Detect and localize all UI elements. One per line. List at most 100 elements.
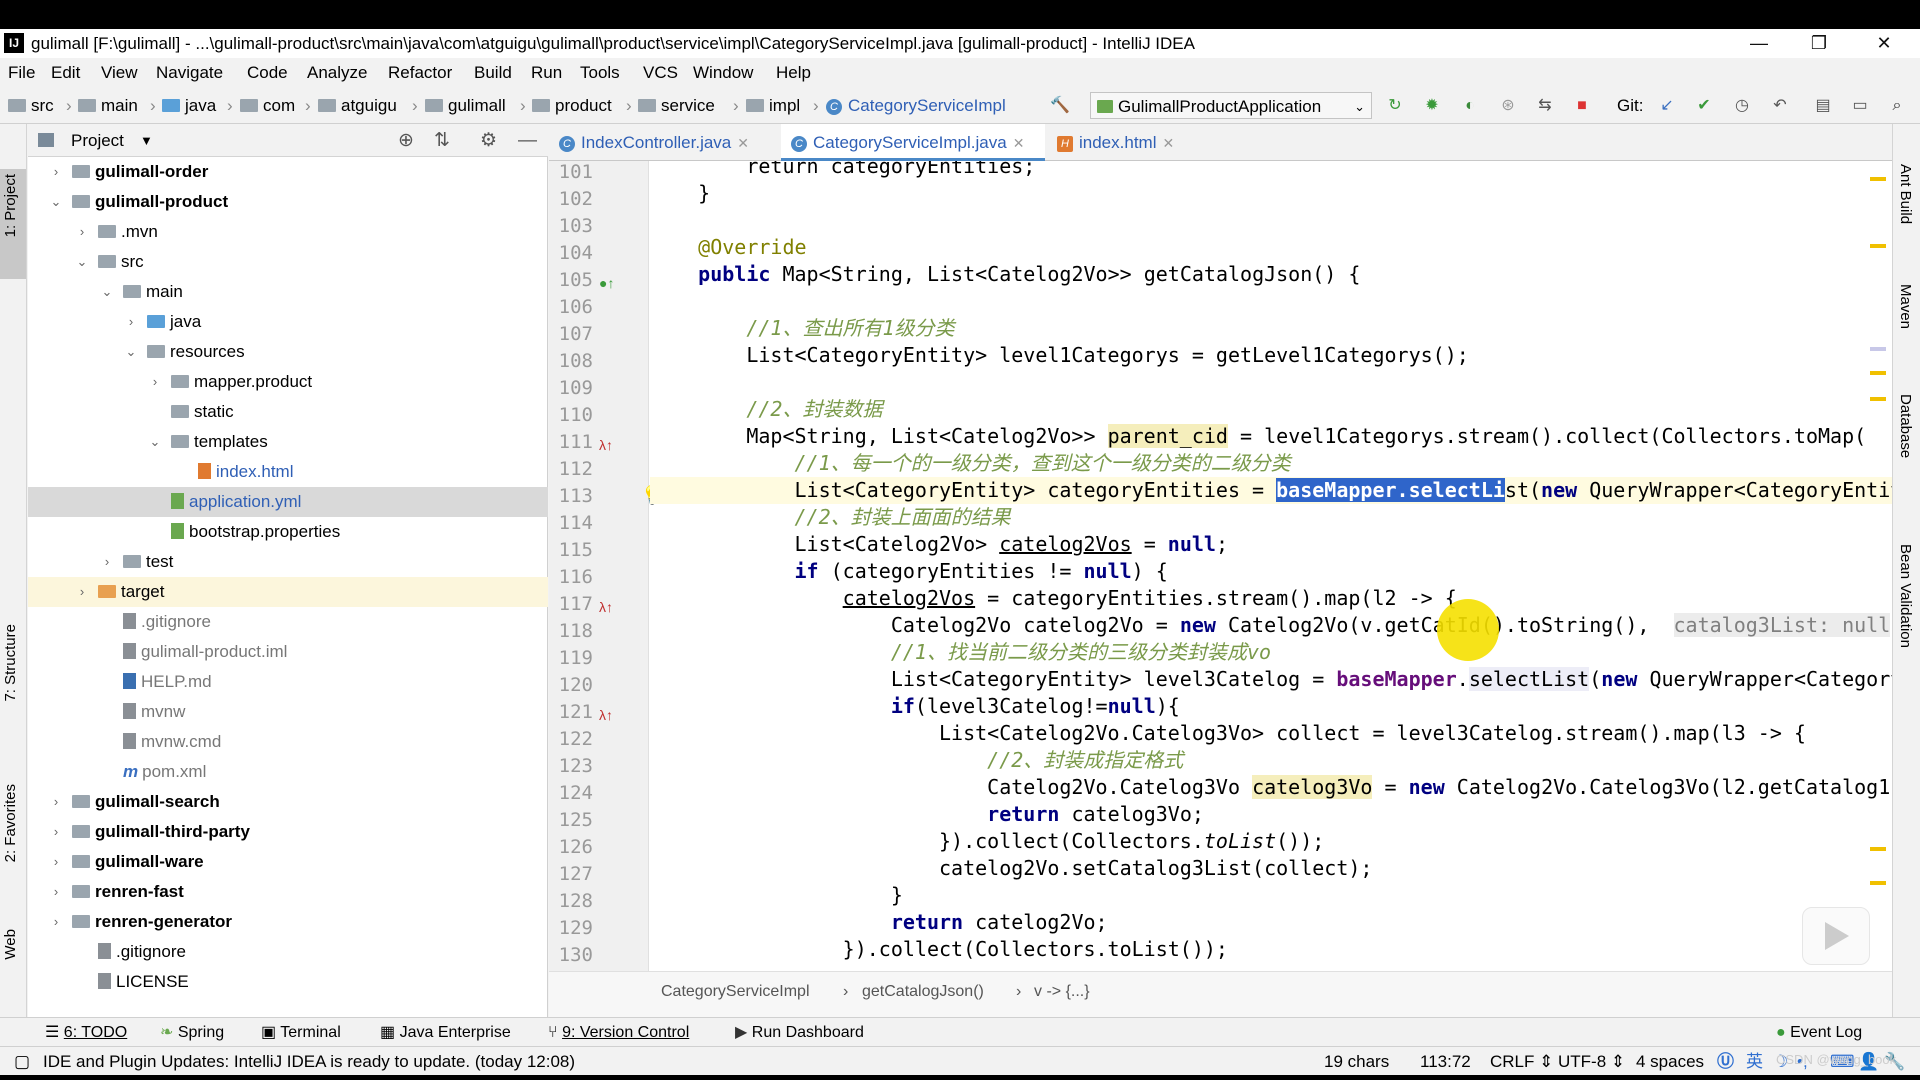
- tree-item[interactable]: › gulimall-order: [28, 157, 548, 187]
- rerun-icon[interactable]: ↻: [1384, 95, 1406, 117]
- crumb-atguigu[interactable]: atguigu: [318, 87, 397, 124]
- status-line-separator[interactable]: CRLF ⇕: [1490, 1047, 1553, 1076]
- error-stripe-mark[interactable]: [1870, 397, 1886, 401]
- tree-item[interactable]: .gitignore: [28, 607, 548, 637]
- maven-tool-button[interactable]: Maven: [1897, 284, 1914, 329]
- collapse-all-icon[interactable]: ⇅: [434, 124, 450, 157]
- menu-view[interactable]: View: [101, 58, 138, 87]
- crumb-main[interactable]: main: [78, 87, 138, 124]
- tree-item[interactable]: bootstrap.properties: [28, 517, 548, 547]
- breadcrumb-class[interactable]: CategoryServiceImpl: [661, 972, 810, 1012]
- menu-help[interactable]: Help: [776, 58, 811, 87]
- tree-item[interactable]: ⌄ templates: [28, 427, 548, 457]
- bean-validation-tool-button[interactable]: Bean Validation: [1897, 544, 1914, 648]
- tree-item[interactable]: › target: [28, 577, 548, 607]
- crumb-src[interactable]: src: [8, 87, 54, 124]
- project-view-selector[interactable]: Project: [71, 124, 124, 157]
- error-stripe-mark[interactable]: [1870, 244, 1886, 248]
- vcs-rollback-icon[interactable]: ↶: [1769, 95, 1791, 117]
- tree-item[interactable]: › mapper.product: [28, 367, 548, 397]
- tree-item[interactable]: gulimall-product.iml: [28, 637, 548, 667]
- run-dashboard-tool-button[interactable]: ▶ Run Dashboard: [735, 1018, 864, 1047]
- tree-item[interactable]: › gulimall-third-party: [28, 817, 548, 847]
- expand-arrow-icon[interactable]: ›: [75, 217, 89, 247]
- crumb-com[interactable]: com: [240, 87, 295, 124]
- menu-refactor[interactable]: Refactor: [388, 58, 452, 87]
- tree-item[interactable]: LICENSE: [28, 967, 548, 997]
- tree-item[interactable]: m pom.xml: [28, 757, 548, 787]
- ant-build-tool-button[interactable]: Ant Build: [1897, 164, 1914, 224]
- expand-arrow-icon[interactable]: ›: [49, 787, 63, 817]
- menu-navigate[interactable]: Navigate: [156, 58, 223, 87]
- tree-item[interactable]: .gitignore: [28, 937, 548, 967]
- menu-vcs[interactable]: VCS: [643, 58, 678, 87]
- vcs-update-icon[interactable]: ↙: [1656, 95, 1678, 117]
- tree-item[interactable]: › renren-generator: [28, 907, 548, 937]
- tree-item[interactable]: ⌄ src: [28, 247, 548, 277]
- expand-arrow-icon[interactable]: ›: [148, 367, 162, 397]
- lambda-marker-icon[interactable]: λ↑: [599, 437, 613, 453]
- tree-item[interactable]: mvnw.cmd: [28, 727, 548, 757]
- menu-build[interactable]: Build: [474, 58, 512, 87]
- tree-item[interactable]: › test: [28, 547, 548, 577]
- menu-analyze[interactable]: Analyze: [307, 58, 367, 87]
- vcs-history-icon[interactable]: ◷: [1731, 95, 1753, 117]
- menu-window[interactable]: Window: [693, 58, 753, 87]
- crumb-service[interactable]: service: [638, 87, 715, 124]
- menu-edit[interactable]: Edit: [51, 58, 80, 87]
- lambda-marker-icon[interactable]: λ↑: [599, 599, 613, 615]
- error-stripe-mark[interactable]: [1870, 177, 1886, 181]
- hide-panel-icon[interactable]: —: [518, 124, 537, 157]
- profiler-icon[interactable]: ⊛: [1497, 95, 1519, 117]
- tree-item[interactable]: › .mvn: [28, 217, 548, 247]
- tree-item[interactable]: ⌄ main: [28, 277, 548, 307]
- todo-tool-button[interactable]: ☰ 6: TODO: [45, 1018, 127, 1047]
- tree-item[interactable]: › gulimall-search: [28, 787, 548, 817]
- crumb-product[interactable]: product: [532, 87, 612, 124]
- crumb-impl[interactable]: impl: [746, 87, 800, 124]
- stop-icon[interactable]: ■: [1571, 95, 1593, 117]
- video-play-button[interactable]: [1802, 907, 1870, 965]
- breadcrumb-lambda[interactable]: v -> {...}: [1034, 972, 1090, 1012]
- menu-tools[interactable]: Tools: [580, 58, 620, 87]
- ime-language[interactable]: 英: [1746, 1047, 1763, 1076]
- event-log-tool-button[interactable]: ● Event Log: [1776, 1018, 1862, 1047]
- tree-item[interactable]: index.html: [28, 457, 548, 487]
- expand-arrow-icon[interactable]: ›: [49, 157, 63, 187]
- terminal-tool-button[interactable]: ▣ Terminal: [261, 1018, 341, 1047]
- layout-icon[interactable]: ▭: [1849, 95, 1871, 117]
- tree-item[interactable]: › gulimall-ware: [28, 847, 548, 877]
- error-stripe-mark[interactable]: [1870, 881, 1886, 885]
- crumb-current-class[interactable]: C CategoryServiceImpl: [826, 87, 1006, 124]
- override-marker-icon[interactable]: ●↑: [599, 275, 614, 291]
- expand-arrow-icon[interactable]: ›: [124, 307, 138, 337]
- coverage-icon[interactable]: ◐: [1459, 95, 1481, 117]
- tree-item[interactable]: ⌄ resources: [28, 337, 548, 367]
- close-tab-icon[interactable]: ✕: [1162, 135, 1174, 151]
- run-config-selector[interactable]: GulimallProductApplication ⌄: [1090, 92, 1372, 119]
- tree-item[interactable]: › java: [28, 307, 548, 337]
- tree-item[interactable]: static: [28, 397, 548, 427]
- menu-file[interactable]: File: [8, 58, 35, 87]
- status-encoding[interactable]: UTF-8 ⇕: [1558, 1047, 1625, 1076]
- locate-file-icon[interactable]: ⊕: [398, 124, 414, 157]
- structure-tool-button[interactable]: 7: Structure: [2, 624, 19, 702]
- tree-item-selected[interactable]: application.yml: [28, 487, 548, 517]
- lambda-marker-icon[interactable]: λ↑: [599, 707, 613, 723]
- breadcrumb-method[interactable]: getCatalogJson(): [862, 972, 984, 1012]
- expand-arrow-icon[interactable]: ›: [49, 817, 63, 847]
- project-structure-icon[interactable]: ▤: [1812, 95, 1834, 117]
- close-tab-icon[interactable]: ✕: [737, 135, 749, 151]
- close-tab-icon[interactable]: ✕: [1013, 135, 1025, 151]
- expand-arrow-icon[interactable]: ›: [49, 847, 63, 877]
- gear-icon[interactable]: ⚙: [480, 124, 497, 157]
- expand-arrow-icon[interactable]: ⌄: [124, 337, 138, 367]
- database-tool-button[interactable]: Database: [1897, 394, 1914, 458]
- debug-bug-icon[interactable]: ✹: [1421, 95, 1443, 117]
- tree-item[interactable]: HELP.md: [28, 667, 548, 697]
- status-message[interactable]: IDE and Plugin Updates: IntelliJ IDEA is…: [43, 1047, 575, 1076]
- project-tool-button[interactable]: 1: Project: [2, 174, 19, 237]
- search-icon[interactable]: ⌕: [1886, 95, 1908, 117]
- tab-index-html[interactable]: Hindex.html ✕: [1047, 124, 1197, 161]
- status-caret-position[interactable]: 113:72: [1420, 1047, 1471, 1076]
